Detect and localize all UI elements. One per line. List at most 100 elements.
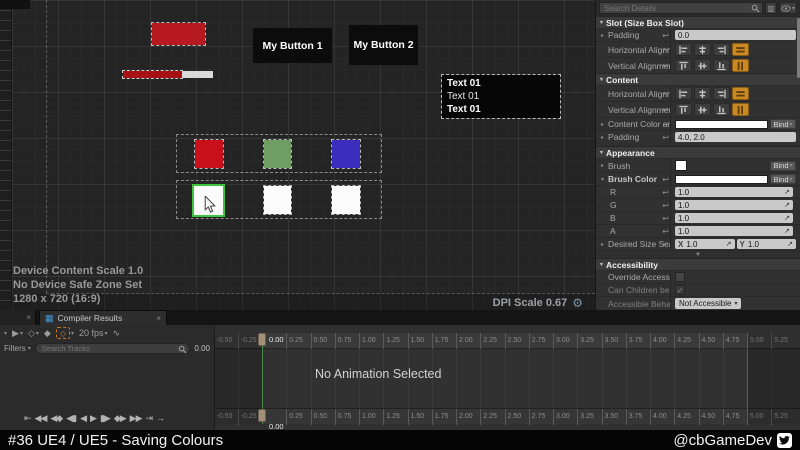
valign-top-button[interactable] bbox=[675, 59, 692, 72]
frame-forward-icon[interactable]: ▮▶ bbox=[100, 413, 110, 424]
content-valign-fill-button[interactable] bbox=[732, 103, 749, 116]
next-key-icon[interactable]: ◆▶ bbox=[114, 413, 126, 424]
close-icon[interactable]: × bbox=[26, 313, 31, 322]
close-icon[interactable]: × bbox=[156, 314, 161, 323]
content-padding-field[interactable]: 4.0, 2.0 bbox=[675, 132, 796, 142]
reset-icon[interactable]: ↩ bbox=[662, 175, 669, 184]
section-header-appearance[interactable]: ▾ Appearance bbox=[596, 146, 800, 158]
swatch-white-2[interactable] bbox=[264, 186, 291, 214]
swatch-green[interactable] bbox=[264, 140, 291, 168]
play-forward-icon[interactable]: ▶ bbox=[90, 413, 96, 424]
search-details-input[interactable] bbox=[599, 2, 763, 14]
playback-end-marker[interactable] bbox=[747, 333, 748, 424]
loop-mode-icon[interactable]: → bbox=[156, 413, 164, 424]
scroll-more-indicator[interactable]: ▼ bbox=[596, 250, 800, 258]
text-block-widget[interactable]: Text 01 Text 01 Text 01 bbox=[442, 75, 560, 118]
curve-editor-button[interactable]: ∿ bbox=[113, 328, 121, 339]
expand-field-icon[interactable]: ↗ bbox=[787, 240, 793, 248]
content-valign-top-button[interactable] bbox=[675, 103, 692, 116]
children-accessible-checkbox[interactable]: ✓ bbox=[675, 285, 685, 295]
brush-bind-button[interactable]: Bind ▾ bbox=[770, 161, 796, 171]
add-key-button[interactable]: ◇ ▾ bbox=[28, 328, 39, 339]
auto-key-toggle[interactable]: ◇ ▾ bbox=[56, 327, 74, 339]
valign-bottom-button[interactable] bbox=[713, 59, 730, 72]
slot-padding-field[interactable]: 0.0 bbox=[675, 30, 796, 40]
brush-color-swatch[interactable] bbox=[675, 175, 768, 184]
valign-center-button[interactable] bbox=[694, 59, 711, 72]
jump-to-start-icon[interactable]: ⇤ bbox=[24, 413, 31, 424]
expand-field-icon[interactable]: ↗ bbox=[726, 240, 732, 248]
timeline-ruler-top[interactable]: -0.50-0.250.250.500.751.001.251.501.752.… bbox=[215, 333, 800, 349]
expander-icon[interactable]: ▸ bbox=[601, 121, 606, 128]
fps-dropdown[interactable]: 20 fps ▾ bbox=[79, 328, 108, 338]
play-button[interactable]: ▶ ▾ bbox=[12, 328, 23, 339]
search-tracks-input[interactable] bbox=[35, 343, 191, 354]
previous-key-icon[interactable]: ◀◆ bbox=[50, 413, 62, 424]
reset-icon[interactable]: ↩ bbox=[662, 89, 669, 98]
playhead-marker-bottom[interactable] bbox=[258, 409, 266, 422]
timeline-track-area[interactable] bbox=[215, 350, 800, 408]
reset-icon[interactable]: ↩ bbox=[662, 105, 669, 114]
content-halign-left-button[interactable] bbox=[675, 87, 692, 100]
section-header-accessibility[interactable]: ▾ Accessibility bbox=[596, 258, 800, 270]
tab-stub[interactable]: × bbox=[0, 310, 36, 325]
channel-g-field[interactable]: 1.0 ↗ bbox=[675, 200, 793, 210]
content-valign-bottom-button[interactable] bbox=[713, 103, 730, 116]
button-widget-1[interactable]: My Button 1 bbox=[253, 28, 332, 63]
content-color-bind-button[interactable]: Bind ▾ bbox=[770, 119, 796, 129]
channel-b-field[interactable]: 1.0 ↗ bbox=[675, 213, 793, 223]
section-header-slot[interactable]: ▾ Slot (Size Box Slot) bbox=[596, 16, 800, 28]
valign-fill-button[interactable] bbox=[732, 59, 749, 72]
playhead-marker[interactable] bbox=[258, 333, 266, 346]
expand-field-icon[interactable]: ↗ bbox=[784, 201, 790, 209]
reset-icon[interactable]: ↩ bbox=[662, 120, 669, 129]
frame-back-icon[interactable]: ◀▮ bbox=[66, 413, 76, 424]
options-dropdown-button[interactable]: ▾ bbox=[4, 330, 7, 337]
reset-icon[interactable]: ↩ bbox=[662, 133, 669, 142]
play-reverse-icon[interactable]: ◀ bbox=[80, 413, 86, 424]
channel-a-field[interactable]: 1.0 ↗ bbox=[675, 226, 793, 236]
content-halign-fill-button[interactable] bbox=[732, 87, 749, 100]
current-time-field[interactable]: 0.00 bbox=[194, 344, 210, 353]
swatch-white-3[interactable] bbox=[332, 186, 360, 214]
tab-compiler-results[interactable]: ▦ Compiler Results × bbox=[39, 310, 167, 325]
step-backward-icon[interactable]: ◀◀ bbox=[35, 413, 47, 424]
halign-left-button[interactable] bbox=[675, 43, 692, 56]
step-forward-icon[interactable]: ▶▶ bbox=[130, 413, 142, 424]
accessible-behavior-dropdown[interactable]: Not Accessible ▾ bbox=[675, 298, 741, 309]
image-widget[interactable] bbox=[152, 23, 205, 45]
brush-color-bind-button[interactable]: Bind ▾ bbox=[770, 174, 796, 184]
halign-right-button[interactable] bbox=[713, 43, 730, 56]
expand-field-icon[interactable]: ↗ bbox=[784, 214, 790, 222]
timeline-area[interactable]: -0.50-0.250.250.500.751.001.251.501.752.… bbox=[215, 325, 800, 430]
reset-icon[interactable]: ↩ bbox=[662, 61, 669, 70]
reset-icon[interactable]: ↩ bbox=[662, 45, 669, 54]
button-widget-2[interactable]: My Button 2 bbox=[349, 25, 418, 65]
expander-icon[interactable]: ▸ bbox=[601, 32, 606, 39]
desired-size-y-field[interactable]: Y 1.0 ↗ bbox=[737, 239, 797, 249]
jump-to-end-icon[interactable]: ⇥ bbox=[146, 413, 153, 424]
column-view-button[interactable]: ▥ bbox=[765, 2, 777, 14]
filters-dropdown[interactable]: Filters ▾ bbox=[4, 344, 31, 353]
content-color-swatch[interactable] bbox=[675, 120, 768, 129]
halign-fill-button[interactable] bbox=[732, 43, 749, 56]
reset-icon[interactable]: ↩ bbox=[662, 188, 669, 197]
designer-canvas[interactable]: My Button 1 My Button 2 Text 01 Text 01 … bbox=[0, 0, 595, 310]
expander-icon[interactable]: ▸ bbox=[601, 241, 606, 248]
expander-open-icon[interactable]: ▾ bbox=[601, 176, 606, 183]
reset-icon[interactable]: ↩ bbox=[662, 201, 669, 210]
reset-icon[interactable]: ↩ bbox=[662, 240, 669, 249]
reset-icon[interactable]: ↩ bbox=[662, 227, 669, 236]
override-accessible-checkbox[interactable] bbox=[675, 272, 685, 282]
section-header-content[interactable]: ▾ Content bbox=[596, 73, 800, 85]
timeline-ruler-bottom[interactable]: -0.50-0.250.250.500.751.001.251.501.752.… bbox=[215, 408, 800, 424]
content-halign-center-button[interactable] bbox=[694, 87, 711, 100]
view-options-button[interactable]: ▾ bbox=[779, 2, 797, 14]
expander-icon[interactable]: ▸ bbox=[601, 134, 606, 141]
swatch-blue[interactable] bbox=[332, 140, 360, 168]
content-valign-center-button[interactable] bbox=[694, 103, 711, 116]
swatch-red[interactable] bbox=[195, 140, 223, 168]
halign-center-button[interactable] bbox=[694, 43, 711, 56]
reset-icon[interactable]: ↩ bbox=[662, 214, 669, 223]
dpi-settings-gear-icon[interactable]: ⚙ bbox=[572, 296, 583, 310]
